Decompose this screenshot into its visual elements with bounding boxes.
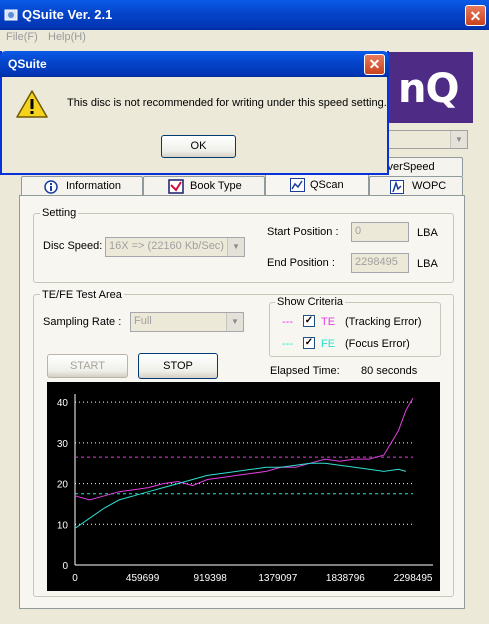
te-checkbox[interactable]: ✓ [303, 315, 315, 327]
start-position-value: 0 [355, 225, 362, 237]
te-code: TE [321, 316, 336, 328]
checkmark-icon: ✓ [304, 337, 314, 348]
start-position-label: Start Position : [267, 226, 339, 238]
te-fe-group-label: TE/FE Test Area [40, 289, 124, 301]
dialog-close-button[interactable]: ✕ [364, 54, 385, 75]
x-tick-label: 1838796 [326, 573, 365, 584]
x-tick-label: 2298495 [394, 573, 433, 584]
fe-code: FE [321, 338, 336, 350]
x-tick-label: 1379097 [258, 573, 297, 584]
end-unit: LBA [417, 258, 438, 270]
y-tick-label: 40 [57, 398, 69, 409]
series-line-te [74, 397, 414, 501]
end-position-label: End Position : [267, 257, 335, 269]
y-tick-label: 0 [62, 561, 68, 572]
close-icon: ✕ [368, 56, 381, 72]
chevron-down-icon: ▼ [450, 131, 467, 148]
tab-qscan[interactable]: QScan [265, 173, 369, 196]
show-criteria-label: Show Criteria [275, 296, 346, 308]
qscan-icon [290, 178, 305, 192]
chart-svg: 0 10 20 30 40 0 459699 919398 1379097 1838796 2298… [57, 394, 433, 584]
tab-information-label: Information [66, 180, 122, 192]
chevron-down-icon: ▼ [227, 238, 244, 256]
ok-button[interactable]: OK [161, 135, 236, 158]
stop-button[interactable]: STOP [138, 353, 218, 379]
sampling-rate-select[interactable]: Full ▼ [130, 312, 244, 332]
fe-checkbox[interactable]: ✓ [303, 337, 315, 349]
window-title: QSuite Ver. 2.1 [22, 7, 113, 22]
tab-book-type-label: Book Type [190, 180, 242, 192]
sampling-rate-label: Sampling Rate : [43, 316, 122, 328]
chevron-down-icon: ▼ [226, 313, 243, 331]
end-position-value: 2298495 [355, 256, 398, 268]
end-position-input[interactable]: 2298495 [351, 253, 409, 273]
menu-help[interactable]: Help(H) [48, 31, 86, 43]
wopc-icon [390, 180, 404, 194]
start-button[interactable]: START [47, 354, 128, 378]
y-tick-label: 20 [57, 480, 69, 491]
start-position-input[interactable]: 0 [351, 222, 409, 242]
elapsed-time-label: Elapsed Time: [270, 365, 340, 377]
te-fe-chart: 0 10 20 30 40 0 459699 919398 1379097 1838796 2298… [47, 382, 440, 591]
elapsed-time-value: 80 seconds [361, 365, 418, 377]
checkmark-icon: ✓ [304, 315, 314, 326]
setting-group-label: Setting [40, 207, 79, 219]
brand-logo: nQ [384, 52, 473, 123]
warning-icon [16, 90, 48, 118]
tab-wopc-label: WOPC [412, 180, 447, 192]
series-line-fe [74, 462, 407, 529]
close-icon: ✕ [469, 8, 482, 24]
y-tick-label: 10 [57, 520, 69, 531]
tab-qscan-label: QScan [310, 179, 344, 191]
start-unit: LBA [417, 227, 438, 239]
logo-text: nQ [398, 66, 459, 112]
y-tick-label: 30 [57, 439, 69, 450]
book-type-icon [168, 179, 184, 194]
sampling-rate-value: Full [134, 315, 152, 327]
x-tick-label: 459699 [126, 573, 160, 584]
window-close-button[interactable]: ✕ [465, 5, 486, 26]
tab-wopc[interactable]: WOPC [369, 176, 463, 196]
x-tick-label: 0 [72, 573, 78, 584]
x-tick-label: 919398 [194, 573, 228, 584]
disc-speed-label: Disc Speed: [43, 240, 103, 252]
fe-legend-line: --- [282, 338, 293, 350]
tab-book-type[interactable]: Book Type [143, 176, 265, 196]
te-description: (Tracking Error) [345, 316, 422, 328]
menu-bar: File(F) Help(H) [0, 30, 489, 48]
disc-speed-value: 16X => (22160 Kb/Sec) [109, 240, 224, 252]
dialog-message: This disc is not recommended for writing… [67, 97, 387, 109]
dialog-title-bar: QSuite ✕ [0, 51, 389, 77]
te-legend-line: --- [282, 316, 293, 328]
menu-file[interactable]: File(F) [6, 31, 38, 43]
disc-speed-select[interactable]: 16X => (22160 Kb/Sec) ▼ [105, 237, 245, 257]
dialog-title: QSuite [8, 57, 47, 71]
tab-information[interactable]: Information [21, 176, 143, 196]
fe-description: (Focus Error) [345, 338, 410, 350]
info-icon [44, 180, 58, 194]
main-title-bar: QSuite Ver. 2.1 ✕ [0, 0, 489, 30]
app-icon [4, 9, 18, 21]
